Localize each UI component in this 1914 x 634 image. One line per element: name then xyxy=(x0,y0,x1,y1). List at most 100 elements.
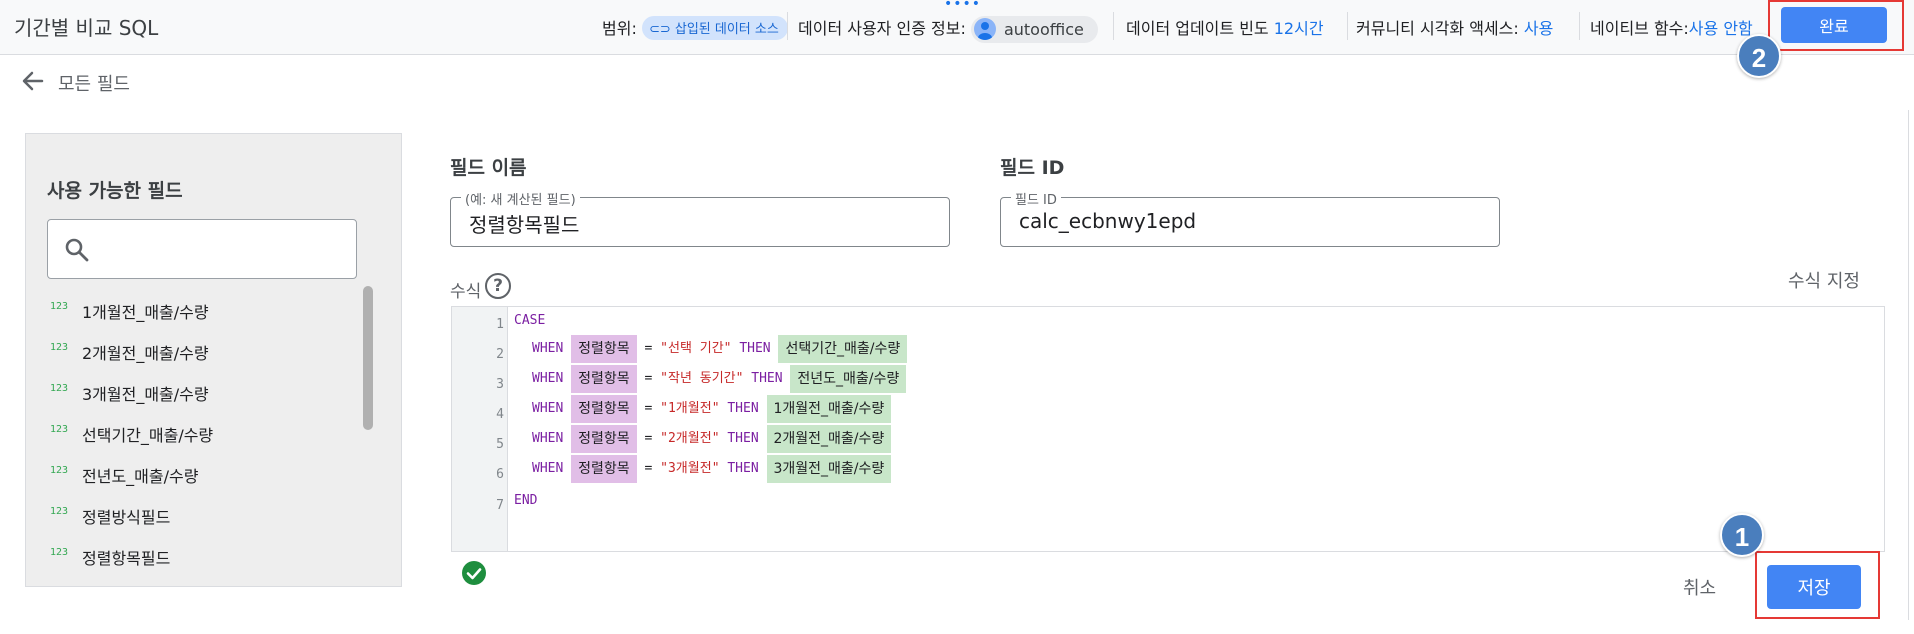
keyword: WHEN xyxy=(532,461,564,476)
line-number: 4 xyxy=(496,407,504,422)
field-name-input[interactable]: (예: 새 계산된 필드) 정렬항목필드 xyxy=(450,189,950,247)
line-number: 7 xyxy=(496,498,504,513)
link-icon: ⊂⊃ xyxy=(648,22,671,37)
highlight-done-box xyxy=(1768,0,1904,51)
line-number: 5 xyxy=(496,437,504,452)
line-number: 6 xyxy=(496,467,504,482)
freshness-link[interactable]: 12시간 xyxy=(1274,19,1324,38)
formula-editor[interactable]: 1 2 3 4 5 6 7 CASE WHEN 정렬항목 = "선택 기간" T… xyxy=(451,306,1885,552)
keyword: WHEN xyxy=(532,401,564,416)
list-item[interactable]: 123 3개월전_매출/수량 xyxy=(50,380,370,404)
keyword: THEN xyxy=(751,371,783,386)
back-arrow-icon[interactable] xyxy=(20,68,46,94)
scope-label: 범위: xyxy=(602,19,637,38)
scope-setting: 범위: ⊂⊃ 삽입된 데이터 소스 xyxy=(602,15,788,40)
field-label: 2개월전_매출/수량 xyxy=(82,344,209,363)
field-id-input[interactable]: 필드 ID calc_ecbnwy1epd xyxy=(1000,189,1500,247)
avatar-icon xyxy=(973,18,996,40)
code-line: WHEN 정렬항목 = "선택 기간" THEN 선택기간_매출/수량 xyxy=(532,335,908,363)
field-id-legend: 필드 ID xyxy=(1011,189,1061,208)
metric-pill[interactable]: 전년도_매출/수량 xyxy=(790,365,907,393)
divider xyxy=(1113,12,1114,40)
dimension-pill[interactable]: 정렬항목 xyxy=(571,455,637,483)
list-item[interactable]: 123 1개월전_매출/수량 xyxy=(50,298,370,322)
metric-pill[interactable]: 선택기간_매출/수량 xyxy=(778,335,908,363)
community-link[interactable]: 사용 xyxy=(1524,19,1553,38)
number-type-icon: 123 xyxy=(50,342,69,353)
dimension-pill[interactable]: 정렬항목 xyxy=(571,425,637,453)
operator: = xyxy=(644,371,653,386)
line-number: 3 xyxy=(496,377,504,392)
string-literal: "선택 기간" xyxy=(660,341,732,356)
number-type-icon: 123 xyxy=(50,424,69,435)
credentials-user: autooffice xyxy=(1003,20,1084,39)
list-item[interactable]: 123 2개월전_매출/수량 xyxy=(50,339,370,363)
code-line: CASE xyxy=(514,307,545,335)
keyword: THEN xyxy=(727,461,759,476)
line-number: 2 xyxy=(496,347,504,362)
community-label: 커뮤니티 시각화 액세스: xyxy=(1356,19,1519,38)
right-divider xyxy=(1908,110,1909,620)
credentials-label: 데이터 사용자 인증 정보: xyxy=(798,19,966,38)
string-literal: "1개월전" xyxy=(660,401,720,416)
metric-pill[interactable]: 3개월전_매출/수량 xyxy=(766,455,892,483)
keyword: WHEN xyxy=(532,431,564,446)
metric-pill[interactable]: 1개월전_매출/수량 xyxy=(766,395,892,423)
string-literal: "작년 동기간" xyxy=(660,371,744,386)
list-item[interactable]: 123 전년도_매출/수량 xyxy=(50,462,370,486)
field-label: 정렬항목필드 xyxy=(82,549,171,568)
dimension-pill[interactable]: 정렬항목 xyxy=(571,365,637,393)
number-type-icon: 123 xyxy=(50,383,69,394)
step-badge-1: 1 xyxy=(1720,513,1764,557)
data-source-title[interactable]: 기간별 비교 SQL xyxy=(14,12,158,41)
field-id-value: calc_ecbnwy1epd xyxy=(1019,209,1197,233)
keyword: END xyxy=(514,493,538,508)
list-item[interactable]: 123 정렬방식필드 xyxy=(50,503,370,527)
top-bar: 기간별 비교 SQL •••• 범위: ⊂⊃ 삽입된 데이터 소스 데이터 사용… xyxy=(0,0,1914,55)
list-item[interactable]: 123 선택기간_매출/수량 xyxy=(50,421,370,445)
code-line: WHEN 정렬항목 = "1개월전" THEN 1개월전_매출/수량 xyxy=(532,395,892,423)
dimension-pill[interactable]: 정렬항목 xyxy=(571,335,637,363)
freshness-setting: 데이터 업데이트 빈도 12시간 xyxy=(1126,15,1324,39)
field-id-label: 필드 ID xyxy=(1000,157,1065,179)
field-search-input[interactable] xyxy=(47,219,357,279)
field-label: 정렬방식필드 xyxy=(82,508,171,527)
code-line: WHEN 정렬항목 = "3개월전" THEN 3개월전_매출/수량 xyxy=(532,455,892,483)
number-type-icon: 123 xyxy=(50,506,69,517)
step-badge-2: 2 xyxy=(1737,34,1781,78)
number-type-icon: 123 xyxy=(50,301,69,312)
drag-handle-icon[interactable]: •••• xyxy=(944,0,981,11)
string-literal: "2개월전" xyxy=(660,431,720,446)
number-type-icon: 123 xyxy=(50,465,69,476)
cancel-button[interactable]: 취소 xyxy=(1683,574,1716,600)
keyword: THEN xyxy=(739,341,771,356)
credentials-chip[interactable]: autooffice xyxy=(970,16,1098,43)
freshness-label: 데이터 업데이트 빈도 xyxy=(1126,19,1269,38)
field-name-placeholder: (예: 새 계산된 필드) xyxy=(461,189,580,208)
dimension-pill[interactable]: 정렬항목 xyxy=(571,395,637,423)
list-item[interactable]: 123 정렬항목필드 xyxy=(50,544,370,568)
highlight-save-box xyxy=(1755,551,1880,619)
scope-chip[interactable]: ⊂⊃ 삽입된 데이터 소스 xyxy=(641,16,788,40)
operator: = xyxy=(644,341,653,356)
available-fields-panel: 사용 가능한 필드 123 1개월전_매출/수량 123 2개월전_매출/수량 … xyxy=(25,133,402,587)
field-list-scrollbar[interactable] xyxy=(363,286,373,430)
string-literal: "3개월전" xyxy=(660,461,720,476)
scope-chip-label: 삽입된 데이터 소스 xyxy=(674,22,779,37)
line-number: 1 xyxy=(496,317,504,332)
code-line: WHEN 정렬항목 = "작년 동기간" THEN 전년도_매출/수량 xyxy=(532,365,907,393)
metric-pill[interactable]: 2개월전_매출/수량 xyxy=(766,425,892,453)
code-line: END xyxy=(514,487,537,515)
field-name-value: 정렬항목필드 xyxy=(469,213,580,237)
native-link[interactable]: 사용 안함 xyxy=(1689,19,1753,38)
all-fields-link[interactable]: 모든 필드 xyxy=(58,70,130,96)
help-icon[interactable]: ? xyxy=(485,273,511,299)
check-circle-icon xyxy=(462,561,486,585)
code-line: WHEN 정렬항목 = "2개월전" THEN 2개월전_매출/수량 xyxy=(532,425,892,453)
keyword: CASE xyxy=(514,313,546,328)
search-icon xyxy=(65,238,89,262)
field-label: 3개월전_매출/수량 xyxy=(82,385,209,404)
divider xyxy=(787,12,788,40)
format-formula-button[interactable]: 수식 지정 xyxy=(1788,267,1860,293)
operator: = xyxy=(644,401,653,416)
